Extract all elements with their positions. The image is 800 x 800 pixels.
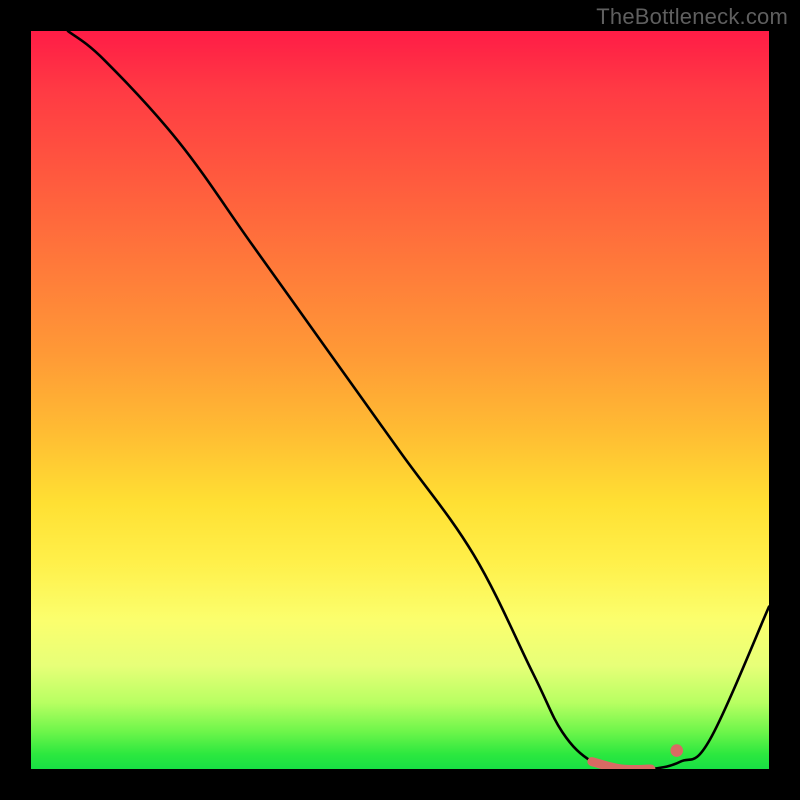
chart-frame: TheBottleneck.com (0, 0, 800, 800)
bottleneck-curve-path (68, 31, 769, 769)
plot-area (31, 31, 769, 769)
curve-svg (31, 31, 769, 769)
highlight-end-dot (670, 744, 683, 757)
watermark-text: TheBottleneck.com (596, 4, 788, 30)
highlight-region-path (592, 762, 651, 769)
